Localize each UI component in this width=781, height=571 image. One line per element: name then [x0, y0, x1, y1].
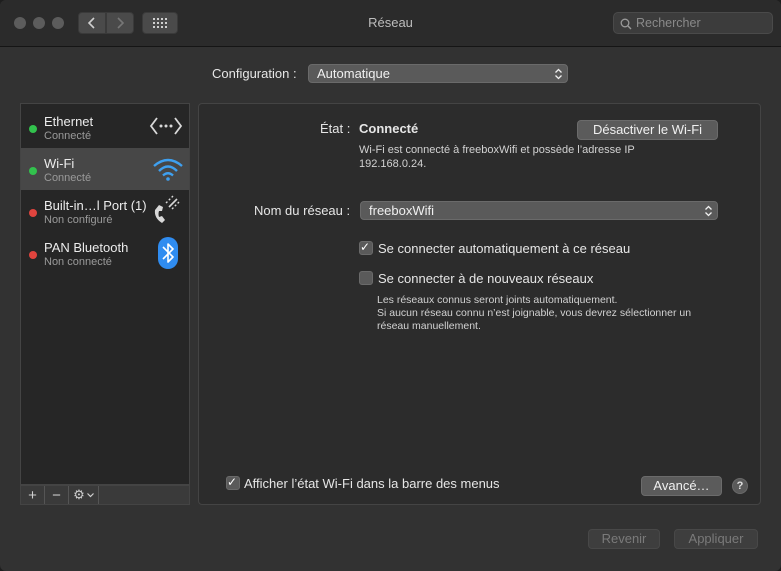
service-name: Ethernet: [44, 114, 94, 129]
service-name: PAN Bluetooth: [44, 240, 129, 255]
help-text-line-2: Si aucun réseau connu n’est joignable, v…: [377, 307, 692, 319]
state-label: État :: [320, 121, 351, 136]
service-item-ethernet[interactable]: Ethernet Connecté: [21, 106, 189, 148]
status-dot: [29, 209, 37, 217]
bluetooth-icon: [158, 237, 178, 269]
title-bar: Réseau Rechercher: [0, 0, 781, 47]
service-list-toolbar: + − ⚙: [20, 485, 190, 505]
configuration-popup[interactable]: Automatique: [308, 64, 568, 83]
service-status: Connecté: [44, 172, 92, 184]
network-name-popup[interactable]: freeboxWifi: [360, 201, 718, 220]
configuration-label: Configuration :: [212, 66, 297, 81]
apply-button[interactable]: Appliquer: [674, 529, 758, 549]
checkmark-icon: ✓: [227, 475, 238, 489]
chevron-down-icon: [86, 492, 94, 497]
status-dot: [29, 167, 37, 175]
wifi-info-line-2: 192.168.0.24.: [359, 158, 427, 170]
action-menu-button[interactable]: ⚙: [69, 486, 99, 504]
service-list: Ethernet Connecté Wi-Fi Connecté Built-i…: [20, 103, 190, 485]
show-in-menubar-label: Afficher l’état Wi-Fi dans la barre des …: [244, 476, 500, 491]
help-text-line-1: Les réseaux connus seront joints automat…: [377, 294, 618, 306]
service-status: Connecté: [44, 130, 92, 142]
state-value: Connecté: [359, 121, 419, 136]
search-placeholder: Rechercher: [636, 16, 701, 30]
wifi-info-line-1: Wi-Fi est connecté à freeboxWifi et poss…: [359, 144, 635, 156]
wifi-icon: [153, 158, 183, 181]
service-name: Wi-Fi: [44, 156, 75, 171]
updown-chevron-icon: [705, 205, 712, 217]
service-item-builtin-port[interactable]: Built-in…l Port (1) Non configuré: [21, 190, 189, 232]
auto-connect-label: Se connecter automatiquement à ce réseau: [378, 241, 631, 256]
phone-icon: [154, 195, 180, 223]
status-dot: [29, 251, 37, 259]
checkmark-icon: ✓: [360, 240, 371, 254]
search-field[interactable]: Rechercher: [613, 12, 773, 34]
service-status: Non connecté: [44, 256, 112, 268]
toggle-wifi-button[interactable]: Désactiver le Wi-Fi: [577, 120, 718, 140]
status-dot: [29, 125, 37, 133]
auto-connect-checkbox[interactable]: ✓: [359, 240, 373, 255]
ethernet-arrows-icon: [149, 117, 183, 135]
updown-chevron-icon: [555, 68, 562, 80]
ask-new-networks-label: Se connecter à de nouveaux réseaux: [378, 271, 594, 286]
remove-service-button[interactable]: −: [45, 486, 69, 504]
help-text-line-3: réseau manuellement.: [377, 320, 481, 332]
network-name-value: freeboxWifi: [369, 203, 435, 218]
service-item-pan-bluetooth[interactable]: PAN Bluetooth Non connecté: [21, 232, 189, 274]
advanced-button[interactable]: Avancé…: [641, 476, 722, 496]
configuration-value: Automatique: [317, 66, 390, 81]
search-icon: [620, 18, 632, 30]
gear-icon: ⚙: [73, 487, 85, 502]
show-in-menubar-checkbox[interactable]: ✓: [226, 475, 240, 490]
service-name: Built-in…l Port (1): [44, 198, 147, 213]
service-status: Non configuré: [44, 214, 113, 226]
add-service-button[interactable]: +: [21, 486, 45, 504]
service-item-wifi[interactable]: Wi-Fi Connecté: [21, 148, 189, 190]
network-name-label: Nom du réseau :: [254, 203, 351, 218]
network-preferences-window: Réseau Rechercher Configuration : Automa…: [0, 0, 781, 571]
ask-new-networks-checkbox[interactable]: [359, 271, 373, 285]
help-button[interactable]: ?: [732, 478, 748, 494]
revert-button[interactable]: Revenir: [588, 529, 660, 549]
